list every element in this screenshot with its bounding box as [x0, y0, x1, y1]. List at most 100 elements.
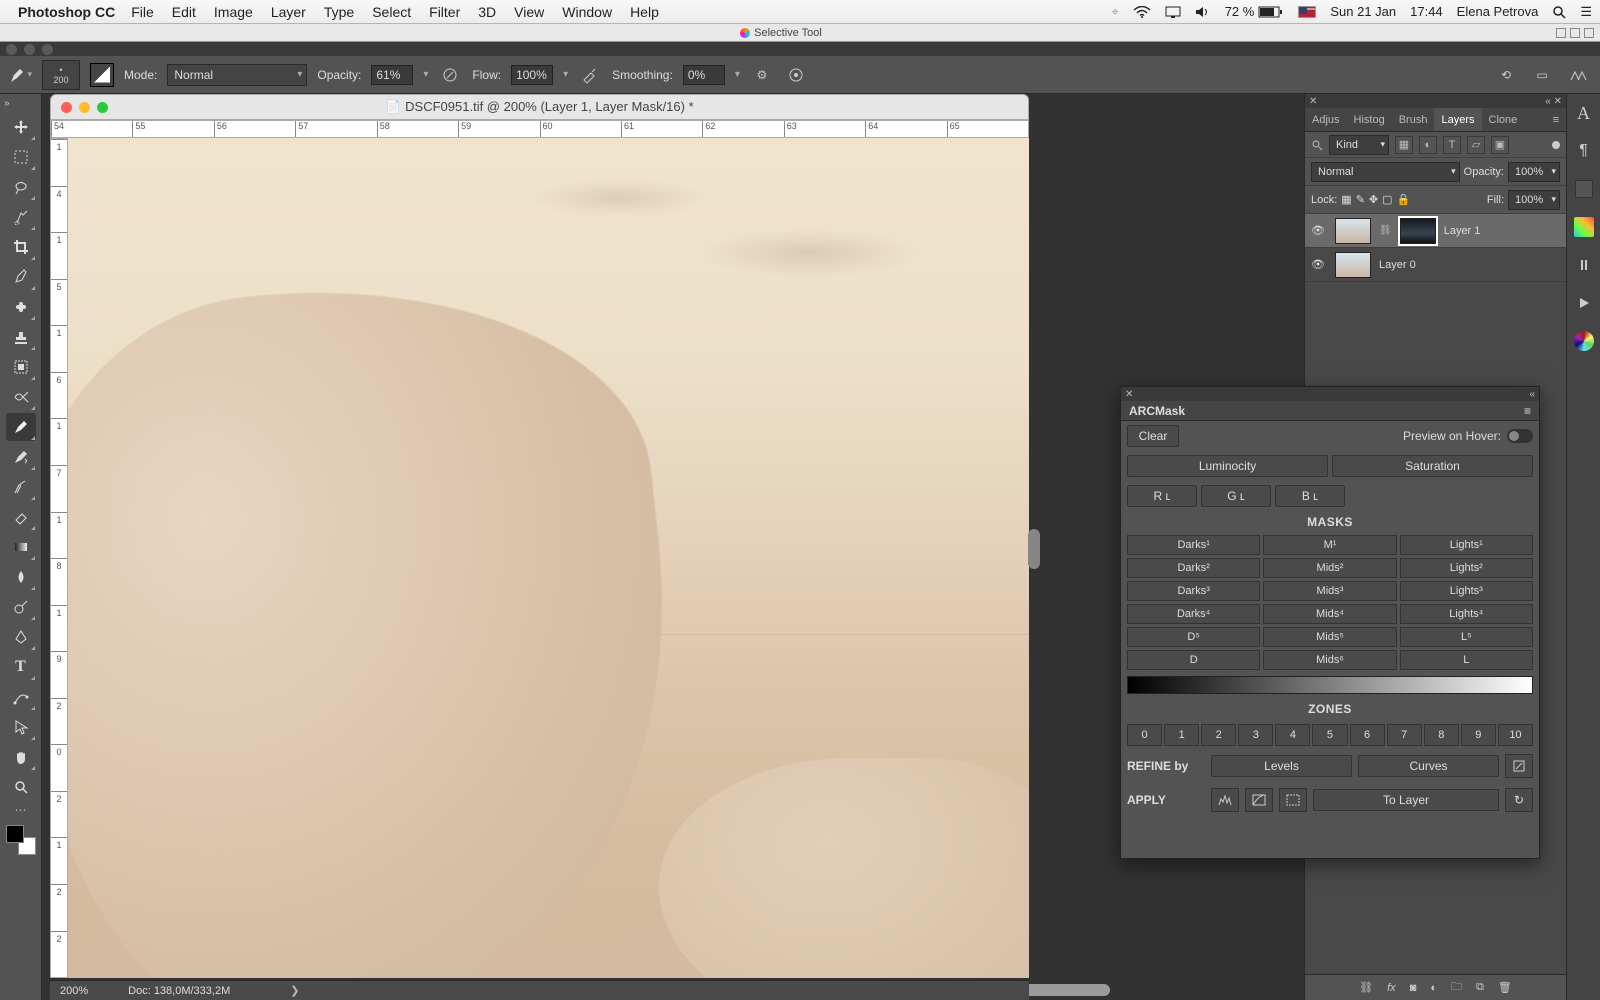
zoom-tool[interactable]: [6, 773, 36, 801]
preview-toggle[interactable]: [1507, 429, 1533, 443]
fill-input[interactable]: 100%: [1508, 190, 1560, 210]
zoom-value[interactable]: 200%: [60, 985, 88, 997]
lock-all-icon[interactable]: 🔒: [1397, 193, 1411, 206]
move-tool[interactable]: [6, 113, 36, 141]
new-layer-icon[interactable]: ⧉: [1476, 981, 1484, 994]
lights3-button[interactable]: Lights³: [1400, 581, 1533, 601]
zone-7[interactable]: 7: [1387, 724, 1422, 746]
curves-button[interactable]: Curves: [1358, 755, 1499, 777]
app-traffic-lights[interactable]: [6, 44, 53, 55]
wifi-icon[interactable]: [1133, 6, 1151, 18]
layer-row-0[interactable]: 👁 Layer 0: [1305, 248, 1566, 282]
dock-play-icon[interactable]: [1573, 292, 1595, 314]
gradient-tool[interactable]: [6, 533, 36, 561]
ruler-horizontal[interactable]: 545556575859606162636465: [50, 120, 1029, 138]
filter-shape-icon[interactable]: ▱: [1467, 136, 1485, 154]
levels-button[interactable]: Levels: [1211, 755, 1352, 777]
path-tool[interactable]: [6, 683, 36, 711]
close-icon[interactable]: ✕: [1125, 389, 1133, 400]
b-button[interactable]: B ʟ: [1275, 485, 1345, 507]
lasso-tool[interactable]: [6, 173, 36, 201]
zone-2[interactable]: 2: [1201, 724, 1236, 746]
stamp-tool[interactable]: [6, 323, 36, 351]
panel-menu-icon[interactable]: ≡: [1546, 108, 1566, 131]
menu-3d[interactable]: 3D: [478, 4, 496, 20]
lights4-button[interactable]: Lights⁴: [1400, 604, 1533, 624]
artboard-icon[interactable]: ▭: [1530, 63, 1554, 87]
darks3-button[interactable]: Darks³: [1127, 581, 1260, 601]
zone-6[interactable]: 6: [1350, 724, 1385, 746]
flow-drop-icon[interactable]: ▾: [563, 69, 568, 80]
zone-0[interactable]: 0: [1127, 724, 1162, 746]
l5-button[interactable]: L⁵: [1400, 627, 1533, 647]
expand-toolbox-icon[interactable]: »: [4, 98, 10, 109]
opacity-drop-icon[interactable]: ▾: [423, 69, 428, 80]
battery-status[interactable]: 72 %: [1225, 4, 1285, 19]
scrollbar-vertical[interactable]: [1028, 529, 1040, 569]
eyedropper-tool[interactable]: [6, 263, 36, 291]
filter-type-icon[interactable]: T: [1443, 136, 1461, 154]
m1-button[interactable]: M¹: [1263, 535, 1396, 555]
darks4-button[interactable]: Darks⁴: [1127, 604, 1260, 624]
apply-selection-icon[interactable]: [1279, 788, 1307, 812]
spotlight-icon[interactable]: [1552, 5, 1566, 19]
mids4-button[interactable]: Mids⁴: [1263, 604, 1396, 624]
mask-thumb[interactable]: [1400, 218, 1436, 244]
arrange-icon[interactable]: [1566, 63, 1590, 87]
dodge-tool[interactable]: [6, 593, 36, 621]
brush-preset-picker[interactable]: •200: [42, 60, 80, 90]
menu-select[interactable]: Select: [372, 4, 411, 20]
mids6-button[interactable]: Mids⁶: [1263, 650, 1396, 670]
layer-name[interactable]: Layer 1: [1444, 225, 1481, 237]
foreground-background-swatch[interactable]: [6, 825, 36, 855]
link-layers-icon[interactable]: ⛓: [1359, 981, 1373, 994]
layer-opacity-input[interactable]: 100%: [1508, 162, 1560, 182]
canvas[interactable]: [68, 138, 1029, 978]
adjustment-icon[interactable]: ◐: [1430, 982, 1437, 994]
input-flag[interactable]: [1298, 6, 1316, 18]
layer-blend-select[interactable]: Normal: [1311, 162, 1460, 182]
arcmask-titlebar[interactable]: ✕«: [1121, 387, 1539, 401]
healing-tool[interactable]: [6, 293, 36, 321]
dock-cc-icon[interactable]: [1573, 330, 1595, 352]
quick-select-tool[interactable]: [6, 203, 36, 231]
tab-clone[interactable]: Clone: [1482, 108, 1525, 131]
zone-8[interactable]: 8: [1424, 724, 1459, 746]
menubar-date[interactable]: Sun 21 Jan: [1330, 4, 1396, 19]
hand-tool[interactable]: [6, 743, 36, 771]
arcmask-panel[interactable]: ✕« ARCMask≡ Clear Preview on Hover: Lumi…: [1120, 386, 1540, 859]
pressure-size-icon[interactable]: [784, 63, 808, 87]
filter-pixel-icon[interactable]: ▦: [1395, 136, 1413, 154]
eraser-tool[interactable]: [6, 503, 36, 531]
mask-icon[interactable]: ◙: [1410, 982, 1417, 994]
g-button[interactable]: G ʟ: [1201, 485, 1271, 507]
dock-swatches-icon[interactable]: [1573, 178, 1595, 200]
selective-window-controls[interactable]: [1556, 28, 1594, 38]
visibility-icon[interactable]: 👁: [1311, 224, 1327, 237]
menu-layer[interactable]: Layer: [271, 4, 306, 20]
mask-link-icon[interactable]: ⛓: [1379, 225, 1392, 236]
menu-image[interactable]: Image: [214, 4, 253, 20]
brush-tool[interactable]: [6, 413, 36, 441]
luminosity-tab[interactable]: Luminocity: [1127, 455, 1328, 477]
flow-input[interactable]: 100%: [511, 65, 553, 85]
rotate-canvas-icon[interactable]: ⟲: [1494, 63, 1518, 87]
panel-menu-icon[interactable]: ≡: [1524, 404, 1531, 418]
tab-brush[interactable]: Brush: [1392, 108, 1435, 131]
zone-4[interactable]: 4: [1275, 724, 1310, 746]
menu-extras-icon[interactable]: ☰: [1580, 4, 1592, 20]
lock-artboard-icon[interactable]: ▢: [1382, 193, 1392, 206]
dock-actions-icon[interactable]: [1573, 254, 1595, 276]
smoothing-gear-icon[interactable]: ⚙: [750, 63, 774, 87]
apply-refresh-icon[interactable]: ↻: [1505, 788, 1533, 812]
to-layer-button[interactable]: To Layer: [1313, 789, 1499, 811]
menu-edit[interactable]: Edit: [172, 4, 196, 20]
zone-9[interactable]: 9: [1461, 724, 1496, 746]
mids2-button[interactable]: Mids²: [1263, 558, 1396, 578]
blend-mode-select[interactable]: Normal: [167, 64, 307, 86]
crop-tool[interactable]: [6, 233, 36, 261]
brush-tool-icon[interactable]: ▾: [8, 63, 32, 87]
zone-10[interactable]: 10: [1498, 724, 1533, 746]
status-more-icon[interactable]: ❯: [290, 984, 299, 997]
smoothing-input[interactable]: 0%: [683, 65, 725, 85]
